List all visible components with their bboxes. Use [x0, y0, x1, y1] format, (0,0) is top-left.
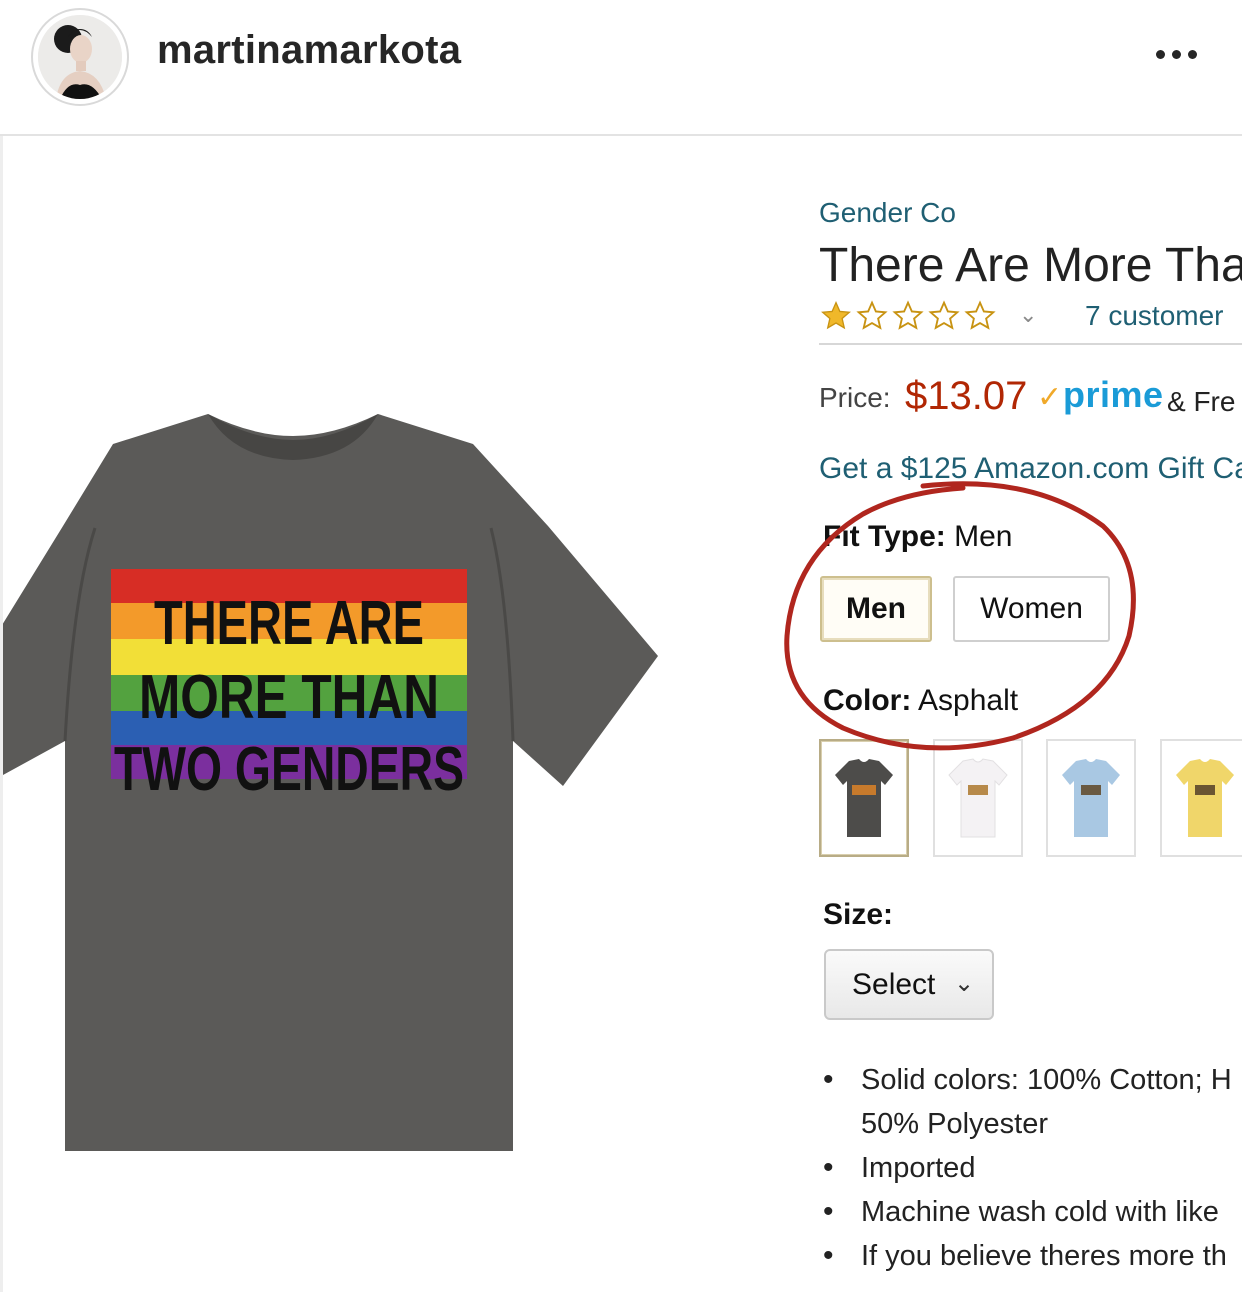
- post-header: martinamarkota: [0, 0, 1242, 136]
- prime-check-icon: ✓: [1037, 381, 1063, 414]
- price-row: Price: $13.07 ✓ prime & Fre: [819, 374, 1242, 434]
- product-title: There Are More Tha: [819, 239, 1242, 292]
- price-value: $13.07: [905, 374, 1028, 418]
- star-empty-icon: [892, 300, 924, 330]
- list-item: Imported: [819, 1146, 1242, 1190]
- product-screenshot: THERE ARE MORE THAN TWO GENDERS Gender C…: [0, 136, 1242, 1292]
- brand-link[interactable]: Gender Co: [819, 197, 956, 229]
- print-line-1: THERE ARE: [154, 589, 424, 658]
- print-line-2: MORE THAN: [139, 663, 439, 732]
- color-label: Color: Asphalt: [823, 684, 1018, 718]
- size-select[interactable]: Select ⌄: [824, 949, 994, 1020]
- color-value: Asphalt: [918, 684, 1019, 717]
- size-select-value: Select: [852, 967, 936, 1001]
- fit-type-label: Fit Type: Men: [823, 520, 1012, 554]
- star-empty-icon: [856, 300, 888, 330]
- profile-avatar[interactable]: [31, 8, 129, 106]
- print-line-3: TWO GENDERS: [114, 735, 464, 804]
- fit-type-men-button[interactable]: Men: [820, 576, 932, 642]
- fit-type-heading: Fit Type:: [823, 520, 946, 553]
- price-label: Price:: [819, 382, 891, 413]
- size-label: Size:: [823, 898, 894, 931]
- feature-bullets: Solid colors: 100% Cotton; H 50% Polyest…: [819, 1058, 1242, 1278]
- list-item: Solid colors: 100% Cotton; H: [819, 1058, 1242, 1102]
- rating-chevron-icon[interactable]: ⌄: [1019, 302, 1037, 328]
- list-item: If you believe theres more th: [819, 1234, 1242, 1278]
- free-shipping-text: & Fre: [1167, 386, 1236, 417]
- rating-row: ⌄ 7 customer: [819, 300, 1242, 340]
- divider: [819, 343, 1242, 345]
- color-swatch-asphalt[interactable]: [819, 739, 909, 857]
- color-swatch-white[interactable]: [933, 739, 1023, 857]
- chevron-down-icon: ⌄: [954, 970, 975, 997]
- color-heading: Color:: [823, 684, 912, 717]
- star-empty-icon: [964, 300, 996, 330]
- prime-logo: prime: [1063, 374, 1164, 415]
- list-item: Machine wash cold with like: [819, 1190, 1242, 1234]
- star-filled-icon: [821, 301, 851, 330]
- fit-type-value: Men: [954, 520, 1013, 553]
- more-options-icon[interactable]: [1152, 36, 1202, 72]
- product-image: THERE ARE MORE THAN TWO GENDERS: [3, 406, 663, 1166]
- customer-reviews-link[interactable]: 7 customer: [1085, 300, 1224, 332]
- star-empty-icon: [928, 300, 960, 330]
- username[interactable]: martinamarkota: [157, 28, 461, 73]
- color-swatch-light-blue[interactable]: [1046, 739, 1136, 857]
- avatar-image: [38, 15, 122, 99]
- color-swatch-yellow[interactable]: [1160, 739, 1242, 857]
- fit-type-women-button[interactable]: Women: [953, 576, 1110, 642]
- gift-card-offer-link[interactable]: Get a $125 Amazon.com Gift Ca: [819, 452, 1242, 486]
- list-item: 50% Polyester: [861, 1108, 1048, 1140]
